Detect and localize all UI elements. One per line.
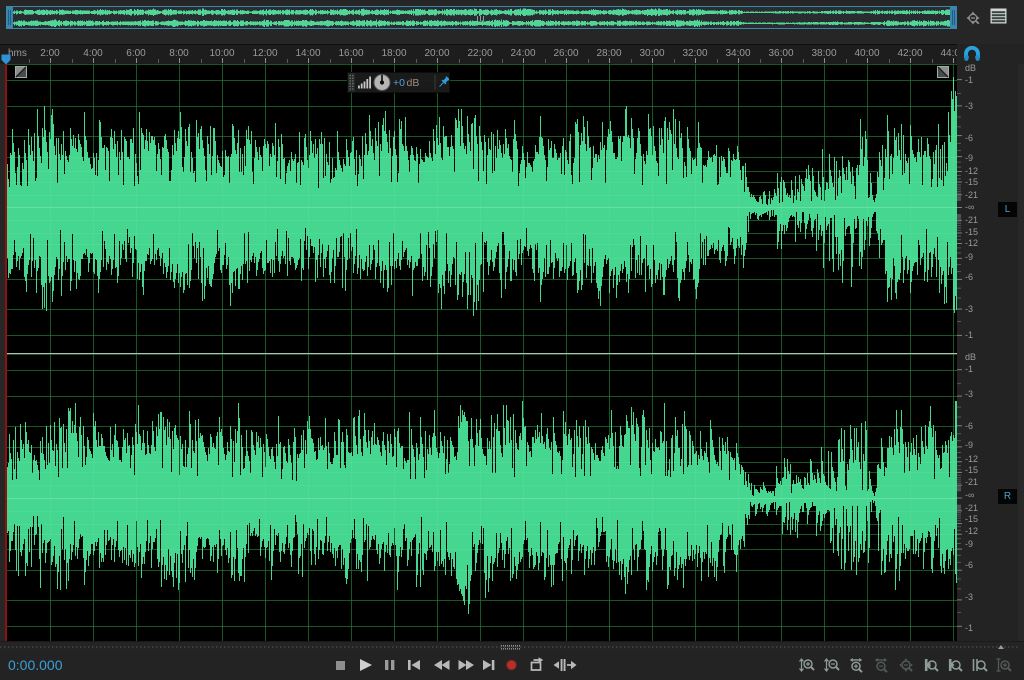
svg-text:+0: +0 <box>393 77 405 89</box>
svg-text:dB: dB <box>406 77 419 89</box>
